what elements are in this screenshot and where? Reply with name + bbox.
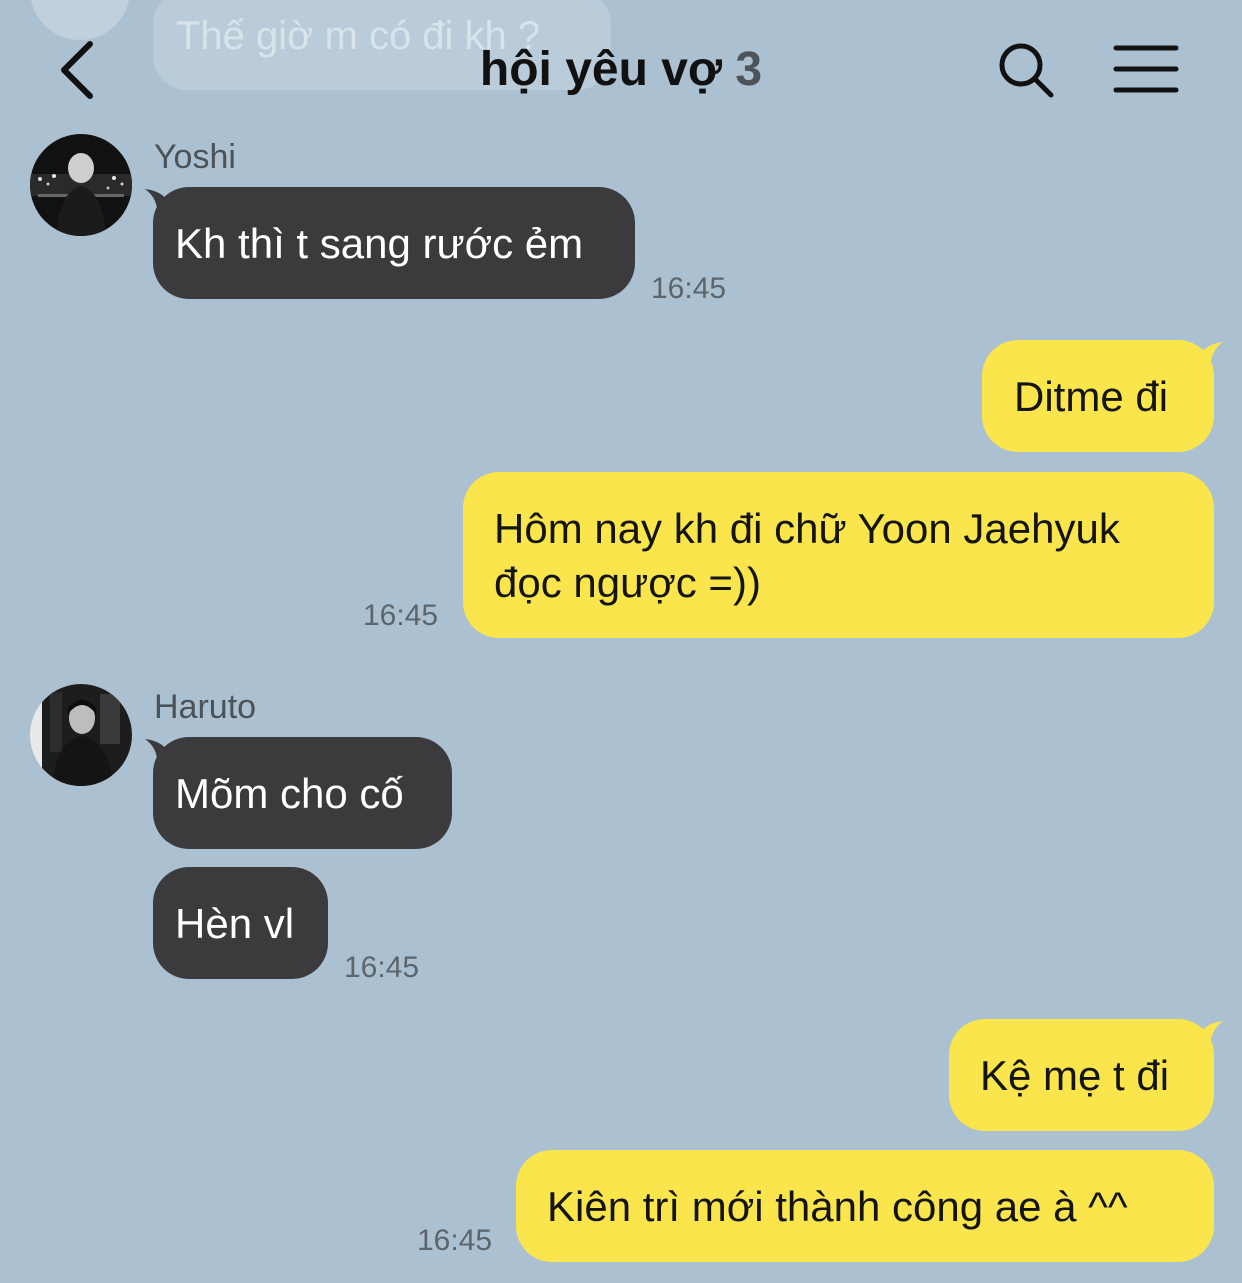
message-text: Kiên trì mới thành công ae à ^^ [547, 1183, 1128, 1230]
message-time: 16:45 [651, 272, 727, 305]
search-icon [999, 43, 1054, 98]
menu-button[interactable] [1112, 42, 1180, 96]
avatar-haruto[interactable] [30, 684, 132, 786]
message-bubble[interactable]: Ditme đi [982, 340, 1214, 452]
member-count: 3 [735, 43, 763, 96]
hamburger-menu-icon [1113, 45, 1179, 93]
search-button[interactable] [996, 40, 1056, 100]
message-text-line-2: đọc ngược =)) [494, 559, 761, 606]
sender-name-yoshi: Yoshi [154, 138, 236, 176]
faded-avatar [30, 0, 130, 40]
message-time: 16:45 [363, 599, 439, 632]
message-text-line-1: Hôm nay kh đi chữ Yoon Jaehyuk [494, 505, 1120, 552]
message-time: 16:45 [344, 951, 420, 984]
message-text: Hèn vl [175, 900, 295, 947]
message-text: Kệ mẹ t đi [980, 1052, 1170, 1099]
avatar-yoshi[interactable] [30, 134, 132, 236]
message-text: Ditme đi [1014, 373, 1169, 420]
message-bubble[interactable]: Kệ mẹ t đi [949, 1019, 1214, 1131]
message-time: 16:45 [417, 1224, 493, 1257]
message-bubble[interactable]: Hôm nay kh đi chữ Yoon Jaehyuk đọc ngược… [463, 472, 1214, 638]
chat-name: hội yêu vợ [479, 43, 723, 96]
message-text: Mõm cho cố [175, 770, 404, 817]
message-bubble[interactable]: Kh thì t sang rước ẻm [153, 187, 635, 299]
sender-name-haruto: Haruto [154, 688, 257, 726]
message-bubble[interactable]: Hèn vl [153, 867, 328, 979]
message-bubble[interactable]: Mõm cho cố [153, 737, 452, 849]
message-bubble[interactable]: Kiên trì mới thành công ae à ^^ [516, 1150, 1214, 1262]
message-text: Kh thì t sang rước ẻm [175, 220, 584, 267]
